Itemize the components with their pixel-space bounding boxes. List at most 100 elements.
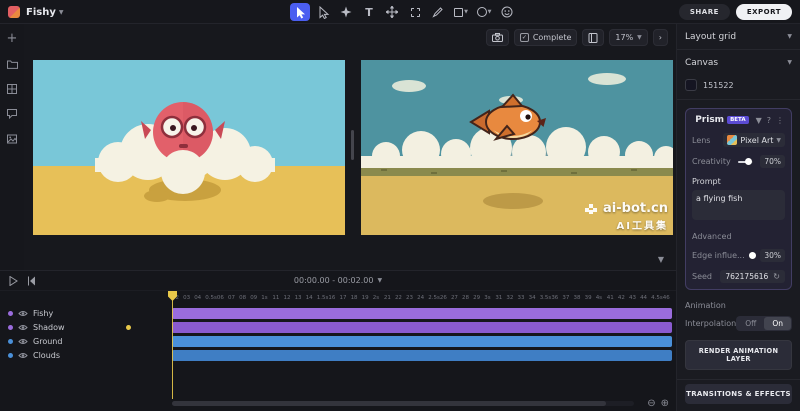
app-window: Fishy ▼ T ▼ ▼ (0, 0, 800, 411)
ruler-tick: 03 (183, 295, 194, 301)
layout-grid-section[interactable]: Layout grid ▼ (685, 24, 792, 49)
ruler-tick: 08 (239, 295, 250, 301)
edge-influence-slider[interactable] (752, 255, 754, 257)
visibility-eye-icon[interactable] (18, 324, 28, 331)
ellipse-tool-button[interactable]: ▼ (474, 3, 494, 21)
timeline-bar-clouds[interactable] (172, 350, 672, 361)
canvas-section-header[interactable]: Canvas ▼ (685, 50, 792, 75)
play-button[interactable] (9, 276, 18, 286)
pen-tool-button[interactable] (428, 3, 448, 21)
ruler-tick: 38 (574, 295, 585, 301)
time-range-dropdown[interactable]: 00:00.00 - 00:02.00 ▼ (294, 276, 382, 285)
track-area (172, 306, 672, 362)
prism-panel: Prism BETA ▼ ? ⋮ Lens Pixel Art ▼ Creati… (685, 108, 792, 290)
canvas-color-swatch[interactable] (685, 79, 697, 91)
seed-input[interactable]: 762175616 ↻ (720, 270, 785, 283)
visibility-eye-icon[interactable] (18, 352, 28, 359)
layer-color-dot (8, 339, 13, 344)
select-tool-button[interactable] (290, 3, 310, 21)
ruler-tick: 1.5s (317, 295, 329, 301)
ruler-tick: 44 (640, 295, 651, 301)
magic-wand-tool-button[interactable] (336, 3, 356, 21)
ruler-tick: 42 (618, 295, 629, 301)
left-sidebar: + (0, 24, 24, 270)
creativity-slider[interactable] (738, 161, 754, 163)
timeline-bar-shadow[interactable] (172, 322, 672, 333)
interpolation-on-button[interactable]: On (764, 317, 791, 330)
marquee-tool-button[interactable] (405, 3, 425, 21)
emoji-tool-button[interactable] (497, 3, 517, 21)
kebab-menu-icon[interactable]: ⋮ (775, 116, 785, 125)
project-name-dropdown[interactable]: Fishy ▼ (26, 7, 63, 18)
layer-row-shadow[interactable]: Shadow (0, 320, 170, 334)
share-button[interactable]: SHARE (679, 4, 730, 20)
chevron-down-icon: ▼ (787, 59, 792, 66)
interpolation-toggle: Off On (736, 316, 792, 331)
add-icon[interactable]: + (6, 33, 18, 45)
comments-icon[interactable] (6, 108, 18, 120)
ruler-tick: 0.5s (205, 295, 217, 301)
move-tool-button[interactable] (382, 3, 402, 21)
ruler-tick: 33 (518, 295, 529, 301)
visibility-eye-icon[interactable] (18, 338, 28, 345)
layer-color-dot (8, 325, 13, 330)
zoom-value: 17% (615, 33, 633, 42)
help-icon[interactable]: ? (766, 116, 772, 125)
app-logo-icon (8, 6, 20, 18)
transitions-effects-button[interactable]: TRANSITIONS & EFFECTS (685, 384, 792, 404)
timeline-scrollbar[interactable] (172, 401, 634, 406)
timeline-zoom-out-icon[interactable]: ⊖ (647, 398, 655, 409)
frame-2-canvas[interactable]: ai-bot.cn AI工具集 (361, 60, 673, 235)
layer-row-ground[interactable]: Ground (0, 334, 170, 348)
complete-button[interactable]: ✓ Complete (514, 29, 578, 46)
prompt-input[interactable]: a flying fish (692, 190, 785, 220)
ruler-tick: 2.5s (428, 295, 440, 301)
frame-1-canvas[interactable] (33, 60, 345, 235)
frame-divider-handle[interactable] (351, 130, 354, 160)
frames-icon[interactable] (6, 83, 18, 95)
folder-icon[interactable] (6, 58, 18, 70)
chevron-down-icon: ▼ (787, 33, 792, 40)
canvas-area: ✓ Complete 17% ▼ › (24, 24, 676, 270)
skip-to-start-button[interactable] (27, 276, 36, 286)
seed-value: 762175616 (725, 272, 768, 281)
creativity-label: Creativity (692, 157, 731, 166)
timeline-scrollbar-thumb[interactable] (172, 401, 606, 406)
collapse-panel-chevron-icon[interactable]: ▼ (658, 255, 664, 264)
timeline-bar-fishy[interactable] (172, 308, 672, 319)
timeline-ruler[interactable]: 0203040.5s060708091s111213141.5s16171819… (172, 291, 672, 304)
ruler-tick: 36 (551, 295, 562, 301)
chevron-down-icon: ▼ (776, 137, 781, 144)
timeline-zoom-in-icon[interactable]: ⊕ (661, 398, 669, 409)
ruler-tick: 09 (250, 295, 261, 301)
shape-tool-button[interactable]: ▼ (451, 3, 471, 21)
refresh-seed-icon[interactable]: ↻ (773, 272, 780, 281)
pages-button[interactable] (582, 29, 604, 46)
ruler-tick: 16 (328, 295, 339, 301)
camera-snapshot-button[interactable] (486, 29, 509, 46)
interpolation-off-button[interactable]: Off (737, 317, 764, 330)
render-animation-layer-button[interactable]: RENDER ANIMATION LAYER (685, 340, 792, 370)
chevron-down-icon[interactable]: ▼ (755, 116, 763, 125)
timeline-bar-ground[interactable] (172, 336, 672, 347)
ruler-tick: 31 (495, 295, 506, 301)
slider-handle[interactable] (749, 252, 756, 259)
playhead-line (172, 293, 173, 399)
text-tool-button[interactable]: T (359, 3, 379, 21)
lens-dropdown[interactable]: Pixel Art ▼ (723, 133, 785, 147)
next-frame-button[interactable]: › (653, 29, 668, 46)
visibility-eye-icon[interactable] (18, 310, 28, 317)
lens-thumbnail (727, 135, 737, 145)
track-row (172, 348, 672, 362)
ruler-tick: 4s (596, 295, 607, 301)
top-bar: Fishy ▼ T ▼ ▼ (0, 0, 800, 24)
export-button[interactable]: EXPORT (736, 4, 792, 20)
assets-icon[interactable] (6, 133, 18, 145)
layer-row-fishy[interactable]: Fishy (0, 306, 170, 320)
slider-handle[interactable] (745, 158, 752, 165)
canvas-section-label: Canvas (685, 58, 718, 68)
keyframe-marker[interactable] (126, 325, 131, 330)
layer-row-clouds[interactable]: Clouds (0, 348, 170, 362)
direct-select-tool-button[interactable] (313, 3, 333, 21)
zoom-dropdown[interactable]: 17% ▼ (609, 29, 647, 46)
